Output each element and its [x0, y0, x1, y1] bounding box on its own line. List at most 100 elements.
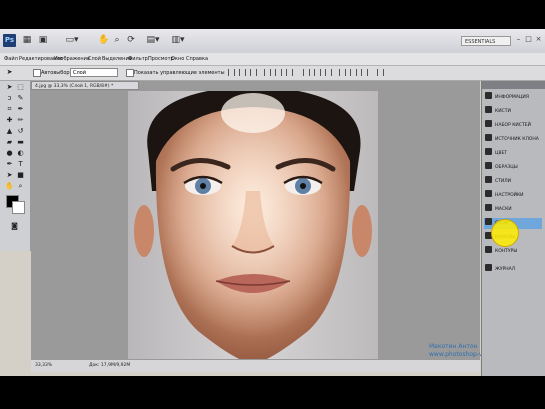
photoshop-logo: Ps	[3, 34, 16, 47]
align-top-icon[interactable]	[228, 69, 235, 76]
masks-icon	[485, 204, 492, 211]
background-color-swatch[interactable]	[12, 201, 25, 214]
panel-clone-source[interactable]: ИСТОЧНИК КЛОНА	[484, 134, 542, 145]
panel-dock-header[interactable]	[482, 81, 545, 89]
restore-icon[interactable]: □	[524, 35, 533, 44]
document-tab[interactable]: 4.jpg @ 33,3% (Слой 1, RGB/8#) *	[31, 81, 139, 90]
history-icon	[485, 264, 492, 271]
healing-brush-icon[interactable]: ✚	[5, 116, 14, 125]
history-brush-icon[interactable]: ↺	[16, 127, 25, 136]
zoom-icon[interactable]: ⌕	[16, 182, 25, 191]
panel-label: ЦВЕТ	[495, 151, 508, 156]
path-selection-icon[interactable]: ➤	[5, 171, 14, 180]
screen-mode-icon[interactable]: ▥▾	[170, 35, 186, 45]
panel-swatches[interactable]: ОБРАЗЦЫ	[484, 162, 542, 173]
menu-filter[interactable]: Фильтр	[128, 55, 148, 63]
align-hcenter-icon[interactable]	[275, 69, 282, 76]
menu-view[interactable]: Просмотр	[148, 55, 174, 63]
menu-file[interactable]: Файл	[4, 55, 18, 63]
lasso-tool-icon[interactable]: ↄ	[5, 94, 14, 103]
panel-label: НАСТРОЙКИ	[495, 193, 524, 198]
auto-select-checkbox[interactable]	[33, 69, 41, 77]
panel-history[interactable]: ЖУРНАЛ	[484, 264, 542, 275]
distribute-top-icon[interactable]	[303, 69, 310, 76]
cursor-highlight	[491, 219, 519, 247]
panel-label: МАСКИ	[495, 207, 512, 212]
show-transform-controls-checkbox[interactable]	[126, 69, 134, 77]
auto-select-dropdown[interactable]: Слой	[70, 68, 118, 77]
panel-label: ИНФОРМАЦИЯ	[495, 95, 529, 100]
arrange-documents-icon[interactable]: ▤▾	[145, 35, 161, 45]
close-icon[interactable]: ×	[534, 35, 543, 44]
menu-bar: Файл Редактирование Изображение Слой Выд…	[0, 53, 545, 66]
tools-panel: ➤ ⬚ ↄ ✎ ⌗ ✒ ✚ ✏ ▲ ↺ ▰ ▬ ● ◐ ✒ T ➤ ■ ✋ ⌕ …	[0, 81, 31, 251]
extras-icon[interactable]: ▭▾	[62, 35, 82, 45]
type-tool-icon[interactable]: T	[16, 160, 25, 169]
panel-label: КОНТУРЫ	[495, 249, 518, 254]
panel-label: СТИЛИ	[495, 179, 512, 184]
gradient-tool-icon[interactable]: ▬	[16, 138, 25, 147]
shape-tool-icon[interactable]: ■	[16, 171, 25, 180]
panel-color[interactable]: ЦВЕТ	[484, 148, 542, 159]
mini-bridge-icon[interactable]: ▣	[38, 35, 48, 45]
marquee-tool-icon[interactable]: ⬚	[16, 83, 25, 92]
align-right-icon[interactable]	[286, 69, 293, 76]
quick-selection-icon[interactable]: ✎	[16, 94, 25, 103]
zoom-tool-icon[interactable]: ⌕	[112, 35, 122, 45]
crop-tool-icon[interactable]: ⌗	[5, 105, 14, 114]
eraser-icon[interactable]: ▰	[5, 138, 14, 147]
bridge-icon[interactable]: ▦	[22, 35, 32, 45]
move-tool-icon[interactable]: ➤	[5, 83, 14, 92]
hand-icon[interactable]: ✋	[5, 182, 14, 191]
brush-icon	[485, 106, 492, 113]
align-vcenter-icon[interactable]	[239, 69, 246, 76]
dodge-tool-icon[interactable]: ◐	[16, 149, 25, 158]
face-image	[128, 91, 378, 359]
minimize-icon[interactable]: –	[514, 35, 523, 44]
panel-brushes[interactable]: КИСТИ	[484, 106, 542, 117]
distribute-left-icon[interactable]	[339, 69, 346, 76]
auto-align-layers-icon[interactable]	[377, 69, 384, 76]
menu-image[interactable]: Изображение	[54, 55, 90, 63]
photoshop-window: Ps ▦ ▣ ▭▾ ✋ ⌕ ⟳ ▤▾ ▥▾ ESSENTIALS – □ × Ф…	[0, 29, 545, 376]
layers-icon	[485, 218, 492, 225]
portrait-photo	[128, 91, 378, 359]
panel-paths[interactable]: КОНТУРЫ	[484, 246, 542, 257]
clone-stamp-icon[interactable]: ▲	[5, 127, 14, 136]
panel-brush-presets[interactable]: НАБОР КИСТЕЙ	[484, 120, 542, 131]
panel-label: НАБОР КИСТЕЙ	[495, 123, 531, 128]
panel-styles[interactable]: СТИЛИ	[484, 176, 542, 187]
workspace-switcher[interactable]: ESSENTIALS	[461, 36, 511, 46]
distribute-right-icon[interactable]	[361, 69, 368, 76]
rotate-view-icon[interactable]: ⟳	[126, 35, 136, 45]
document-canvas-area: 4.jpg @ 33,3% (Слой 1, RGB/8#) * 33,33% …	[31, 81, 510, 372]
blur-tool-icon[interactable]: ●	[5, 149, 14, 158]
hand-tool-icon[interactable]: ✋	[98, 35, 109, 45]
options-bar: ➤ Автовыбор: Слой Показать управляющие э…	[0, 66, 545, 81]
align-bottom-icon[interactable]	[250, 69, 257, 76]
align-left-icon[interactable]	[264, 69, 271, 76]
brush-presets-icon	[485, 120, 492, 127]
eyedropper-icon[interactable]: ✒	[16, 105, 25, 114]
distribute-bottom-icon[interactable]	[325, 69, 332, 76]
pen-tool-icon[interactable]: ✒	[5, 160, 14, 169]
panel-label: ЖУРНАЛ	[495, 267, 516, 272]
move-tool-preset-icon[interactable]: ➤	[5, 68, 14, 77]
clone-source-icon	[485, 134, 492, 141]
panel-label: ОБРАЗЦЫ	[495, 165, 518, 170]
menu-layer[interactable]: Слой	[88, 55, 101, 63]
panel-adjustments[interactable]: НАСТРОЙКИ	[484, 190, 542, 201]
panel-masks[interactable]: МАСКИ	[484, 204, 542, 215]
application-bar: Ps ▦ ▣ ▭▾ ✋ ⌕ ⟳ ▤▾ ▥▾ ESSENTIALS – □ ×	[0, 29, 545, 54]
zoom-readout[interactable]: 33,33%	[35, 362, 52, 370]
brush-tool-icon[interactable]: ✏	[16, 116, 25, 125]
panel-label: КИСТИ	[495, 109, 511, 114]
quick-mask-icon[interactable]: ◙	[10, 222, 19, 231]
distribute-hcenter-icon[interactable]	[350, 69, 357, 76]
distribute-vcenter-icon[interactable]	[314, 69, 321, 76]
panel-info[interactable]: ИНФОРМАЦИЯ	[484, 92, 542, 103]
menu-help[interactable]: Справка	[186, 55, 208, 63]
menu-window[interactable]: Окно	[171, 55, 184, 63]
watermark-author: Макотин Антон	[429, 343, 478, 350]
show-transform-controls-label: Показать управляющие элементы	[134, 70, 225, 76]
